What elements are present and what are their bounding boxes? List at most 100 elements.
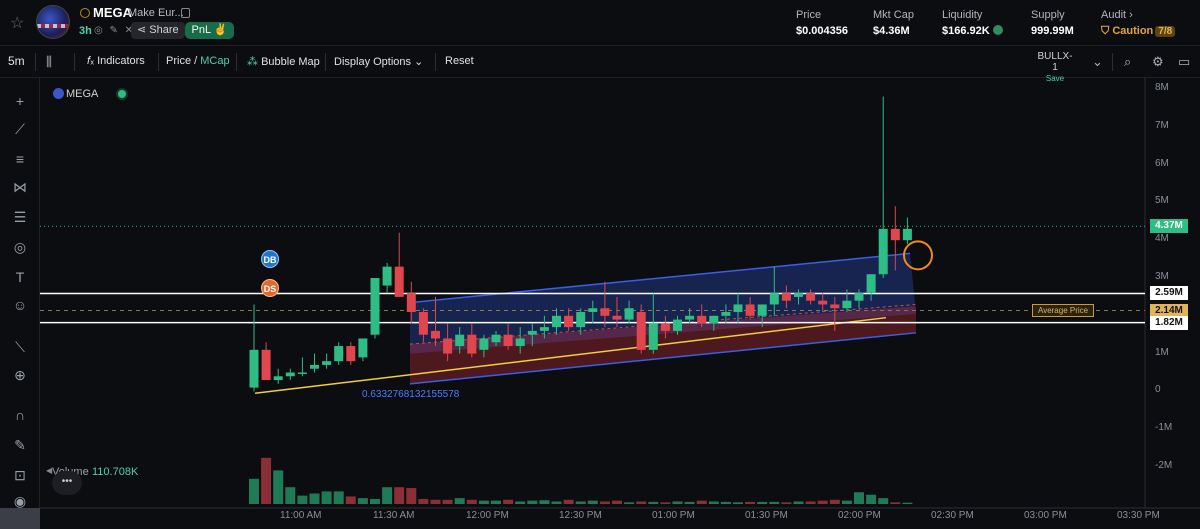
crosshair-icon[interactable]: + — [11, 92, 29, 110]
candle-body — [455, 334, 465, 347]
template-chevron-down-icon[interactable]: ⌄ — [1092, 54, 1103, 70]
pnl-button[interactable]: PnL ✌ — [185, 22, 234, 39]
volume-bar — [708, 501, 719, 504]
price-chart[interactable] — [0, 0, 1200, 529]
candle-body — [878, 228, 888, 275]
time-axis-label: 12:00 PM — [466, 510, 509, 521]
share-label: Share — [149, 24, 179, 36]
volume-bar — [261, 457, 272, 504]
pattern-icon[interactable]: ⋈ — [11, 178, 29, 196]
template-selector[interactable]: BULLX-1 Save — [1035, 51, 1075, 83]
candle-body — [334, 346, 344, 362]
drawing-tools: + ⟋ ≡ ⋈ ☰ ◎ T ☺ ⟍ ⊕ ∩ ✎ ⊡ ◉ — [0, 78, 40, 529]
volume-bar — [890, 502, 901, 504]
price-axis-tag: 1.82M — [1150, 315, 1188, 330]
volume-bar — [769, 501, 780, 504]
candle-body — [418, 312, 428, 335]
candle-body — [636, 312, 646, 350]
volume-bar — [551, 501, 562, 504]
legend-token-logo — [53, 88, 64, 99]
candle-body — [297, 372, 307, 374]
candle-type-icon[interactable]: ⫼ — [46, 54, 52, 70]
search-settings-icon[interactable]: ⌕ — [1124, 54, 1131, 70]
reset-button[interactable]: Reset — [445, 55, 474, 67]
circle-tool-icon[interactable]: ◎ — [11, 238, 29, 256]
ruler-icon[interactable]: ⟍ — [11, 338, 29, 356]
zoom-in-icon[interactable]: ⊕ — [11, 366, 29, 384]
audit-label: Audit — [1101, 9, 1127, 21]
template-save[interactable]: Save — [1035, 74, 1075, 83]
volume-bar — [249, 478, 259, 504]
token-age: 3h — [79, 25, 92, 37]
fib-tool-icon[interactable]: ☰ — [11, 208, 29, 226]
text-tool-icon[interactable]: T — [11, 268, 29, 286]
volume-bar — [902, 502, 913, 504]
volume-bar — [394, 487, 405, 504]
average-price-tag: Average Price — [1032, 304, 1095, 317]
price-axis-label: 1M — [1155, 346, 1169, 358]
time-axis-label: 02:00 PM — [838, 510, 881, 521]
candle-body — [588, 308, 598, 313]
emoji-icon[interactable]: ☺ — [11, 296, 29, 314]
volume-bar — [660, 502, 671, 504]
volume-bar — [503, 499, 514, 504]
candle-body — [285, 372, 295, 377]
price-mcap-toggle[interactable]: Price / MCap — [166, 55, 230, 67]
candle-body — [781, 293, 791, 301]
divider — [74, 53, 75, 71]
candle-body — [346, 346, 356, 362]
time-axis-label: 11:30 AM — [373, 510, 415, 521]
lock-icon[interactable]: ⊡ — [11, 466, 29, 484]
display-options-button[interactable]: Display Options ⌄ — [334, 55, 423, 68]
divider — [35, 53, 36, 71]
candle-body — [406, 293, 416, 313]
volume-bar — [684, 501, 695, 504]
bubble-map-button[interactable]: ⁂ Bubble Map — [247, 55, 320, 68]
magnet-icon[interactable]: ∩ — [11, 406, 29, 424]
stat-label: Supply — [1031, 9, 1065, 21]
candle-body — [842, 300, 852, 309]
gear-icon[interactable]: ⚙ — [1152, 54, 1164, 70]
time-axis-label: 01:30 PM — [745, 510, 788, 521]
stat-mkt-cap: Mkt Cap $4.36M — [873, 9, 914, 37]
candle-body — [370, 278, 380, 335]
volume-bar — [745, 501, 756, 504]
marker-db[interactable]: DB — [261, 250, 279, 268]
volume-settings-button[interactable]: ••• — [52, 471, 82, 495]
divider — [435, 53, 436, 71]
chart-toolbar: 5m ⫼ 𝑓ₓ Indicators Price / MCap ⁂ Bubble… — [0, 46, 1200, 83]
stat-audit[interactable]: Audit › ⛉ Caution 7/8 — [1101, 9, 1176, 38]
price-axis-tag: 2.59M — [1150, 286, 1188, 301]
candle-body — [721, 312, 731, 316]
candle-body — [322, 361, 332, 365]
audit-value: Caution — [1112, 25, 1154, 37]
stat-value: 999.99M — [1031, 25, 1074, 37]
share-button[interactable]: ⋖ Share — [131, 22, 185, 39]
volume-bar — [866, 494, 877, 504]
pencil-lock-icon[interactable]: ✎ — [11, 436, 29, 454]
volume-bar — [733, 502, 743, 504]
social-icons[interactable]: ◎ ✎ ✕ — [94, 25, 135, 36]
stat-label: Price — [796, 9, 822, 21]
legend-ticker: MEGA — [66, 88, 99, 100]
indicators-button[interactable]: 𝑓ₓ Indicators — [87, 55, 145, 68]
volume-bar — [285, 487, 296, 504]
candle-body — [854, 293, 864, 301]
price-axis-tag: 4.37M — [1150, 219, 1188, 234]
volume-bar — [491, 500, 501, 504]
collapse-toolbar-button[interactable] — [0, 508, 40, 529]
horizontal-lines-icon[interactable]: ≡ — [11, 150, 29, 168]
screenshot-icon[interactable]: ▭ — [1178, 54, 1190, 70]
marker-ds[interactable]: DS — [261, 279, 279, 297]
trend-line-icon[interactable]: ⟋ — [11, 120, 29, 138]
liquidity-value: $166.92K — [942, 25, 990, 37]
volume-bar — [406, 488, 417, 504]
candle-body — [467, 334, 477, 354]
favorite-star-icon[interactable]: ☆ — [10, 13, 24, 33]
interval-selector[interactable]: 5m — [8, 54, 25, 68]
copy-address-icon[interactable] — [181, 8, 190, 18]
share-icon: ⋖ — [137, 24, 150, 36]
volume-bar — [430, 499, 441, 504]
volume-bar — [817, 500, 828, 504]
volume-bar — [478, 500, 489, 504]
